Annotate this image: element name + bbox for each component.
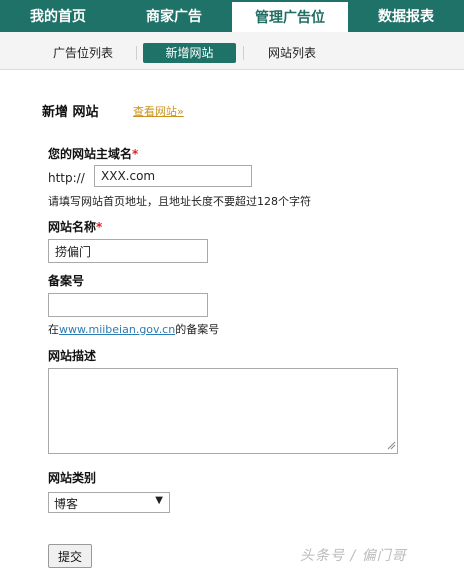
resize-grip-icon[interactable]: [387, 441, 396, 450]
site-name-input[interactable]: [48, 239, 208, 263]
icp-input[interactable]: [48, 293, 208, 317]
domain-prefix: http://: [48, 171, 85, 185]
watermark: 头条号 / 偏门哥: [300, 548, 407, 564]
submit-button[interactable]: 提交: [48, 544, 92, 568]
description-label: 网站描述: [48, 349, 97, 363]
tab-home[interactable]: 我的首页: [0, 0, 116, 32]
top-nav: 我的首页 商家广告 管理广告位 数据报表: [0, 0, 464, 32]
subnav-item-add-site[interactable]: 新增网站: [143, 43, 236, 63]
domain-hint: 请填写网站首页地址，且地址长度不要超过128个字符: [48, 195, 311, 208]
page-title: 新增 网站: [42, 105, 99, 120]
category-label: 网站类别: [48, 471, 97, 485]
category-select[interactable]: 博客 ▼: [48, 492, 170, 513]
subnav-divider: [243, 46, 244, 60]
tab-manage-ad-slots[interactable]: 管理广告位: [232, 0, 348, 32]
required-marker: *: [96, 220, 103, 234]
miibeian-link[interactable]: www.miibeian.gov.cn: [59, 323, 175, 336]
subnav-item-site-list[interactable]: 网站列表: [268, 43, 316, 63]
required-marker: *: [132, 147, 139, 161]
subnav-divider: [136, 46, 137, 60]
subnav-item-ad-slot-list[interactable]: 广告位列表: [53, 43, 113, 63]
icp-hint: 在www.miibeian.gov.cn的备案号: [48, 321, 219, 337]
description-textarea[interactable]: [48, 368, 398, 454]
site-name-label: 网站名称*: [48, 218, 102, 235]
domain-label: 您的网站主域名*: [48, 145, 138, 162]
domain-label-text: 您的网站主域名: [48, 147, 133, 161]
tab-merchant-ads[interactable]: 商家广告: [116, 0, 232, 32]
domain-input[interactable]: [94, 165, 252, 187]
icp-hint-prefix: 在: [48, 323, 59, 336]
site-name-label-text: 网站名称: [48, 220, 97, 234]
view-sites-link[interactable]: 查看网站»: [133, 103, 184, 119]
icp-hint-suffix: 的备案号: [175, 323, 220, 336]
tab-data-reports[interactable]: 数据报表: [348, 0, 464, 32]
category-selected-value: 博客: [54, 497, 79, 511]
dropdown-arrow-icon: ▼: [155, 495, 163, 506]
icp-label: 备案号: [48, 274, 85, 288]
sub-nav: 广告位列表 新增网站 网站列表: [0, 32, 464, 70]
